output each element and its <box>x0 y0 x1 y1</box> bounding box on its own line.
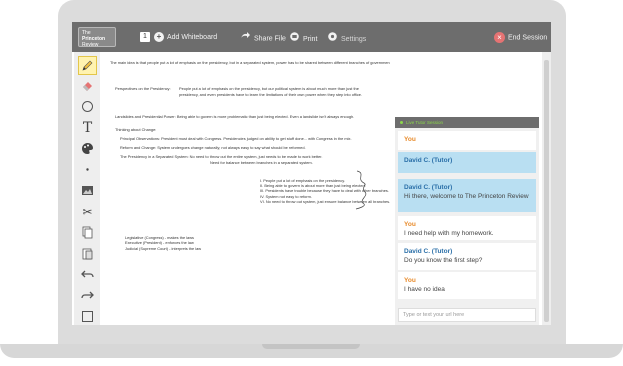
gear-icon <box>328 32 337 46</box>
laptop-notch <box>262 344 360 349</box>
end-session-button[interactable]: × End Session <box>494 32 547 44</box>
screen: The Princeton Review 1 + Add Whiteboard S… <box>72 22 551 325</box>
add-whiteboard-button[interactable]: + Add Whiteboard <box>154 32 217 44</box>
drawing-toolbar: T ✂ <box>74 52 100 325</box>
list-item: VI. No need to throw out system, just en… <box>260 199 391 204</box>
image-icon[interactable] <box>79 182 96 199</box>
chat-message: David C. (Tutor) <box>398 152 536 173</box>
print-button[interactable]: Print <box>290 32 317 44</box>
settings-button[interactable]: Settings <box>328 32 366 44</box>
scissors-icon[interactable]: ✂ <box>79 203 96 220</box>
chat-input[interactable]: Type or text your url here <box>398 308 536 322</box>
princeton-review-logo: The Princeton Review <box>78 27 116 48</box>
chat-message: You <box>398 131 536 150</box>
note-separated-2: Need for balance between branches in a s… <box>210 160 313 165</box>
note-reform: Reform and Change: System undergoes chan… <box>120 145 306 150</box>
share-file-button[interactable]: Share File <box>240 32 286 44</box>
redo-icon[interactable] <box>79 287 96 304</box>
tutor-chat-panel: Live Tutor Session You David C. (Tutor) … <box>395 117 539 325</box>
plus-icon: + <box>154 32 164 43</box>
close-icon: × <box>494 32 505 43</box>
chat-message: David C. (Tutor) Hi there, welcome to Th… <box>398 179 536 212</box>
branch-item: Judicial (Supreme Court) - interprets th… <box>125 246 202 251</box>
pencil-icon[interactable] <box>78 56 97 75</box>
vertical-scrollbar[interactable] <box>542 52 551 325</box>
scrollbar-thumb[interactable] <box>544 60 549 322</box>
dot-size-icon[interactable] <box>79 161 96 178</box>
note-perspectives-label: Perspectives on the Presidency: <box>115 86 171 91</box>
chat-message: You I need help with my homework. <box>398 216 536 240</box>
page-number[interactable]: 1 <box>140 32 150 44</box>
note-principal: Principal Observations: President must d… <box>120 136 352 141</box>
note-main-idea: The main idea is that people put a lot o… <box>110 60 390 65</box>
rectangle-select-icon[interactable] <box>79 308 96 325</box>
print-icon <box>290 32 299 46</box>
note-thinking-change: Thinking about Change: <box>115 127 157 132</box>
chat-header: Live Tutor Session <box>395 117 539 128</box>
text-tool-icon[interactable]: T <box>79 119 96 136</box>
copy-icon[interactable] <box>79 224 96 241</box>
circle-shape-icon[interactable] <box>79 98 96 115</box>
top-bar: The Princeton Review 1 + Add Whiteboard S… <box>72 22 551 52</box>
chat-message: You I have no idea <box>398 272 536 299</box>
share-icon <box>240 32 250 45</box>
handwritten-brace <box>355 170 367 210</box>
note-landslides: Landslides and Presidential Power: Being… <box>115 114 355 119</box>
color-palette-icon[interactable] <box>79 140 96 157</box>
eraser-icon[interactable] <box>79 77 96 94</box>
paste-icon[interactable] <box>79 245 96 262</box>
live-indicator-icon <box>400 121 403 125</box>
chat-message: David C. (Tutor) Do you know the first s… <box>398 243 536 270</box>
undo-icon[interactable] <box>79 266 96 283</box>
note-perspectives-text2: presidency, and even presidents have to … <box>179 92 363 97</box>
